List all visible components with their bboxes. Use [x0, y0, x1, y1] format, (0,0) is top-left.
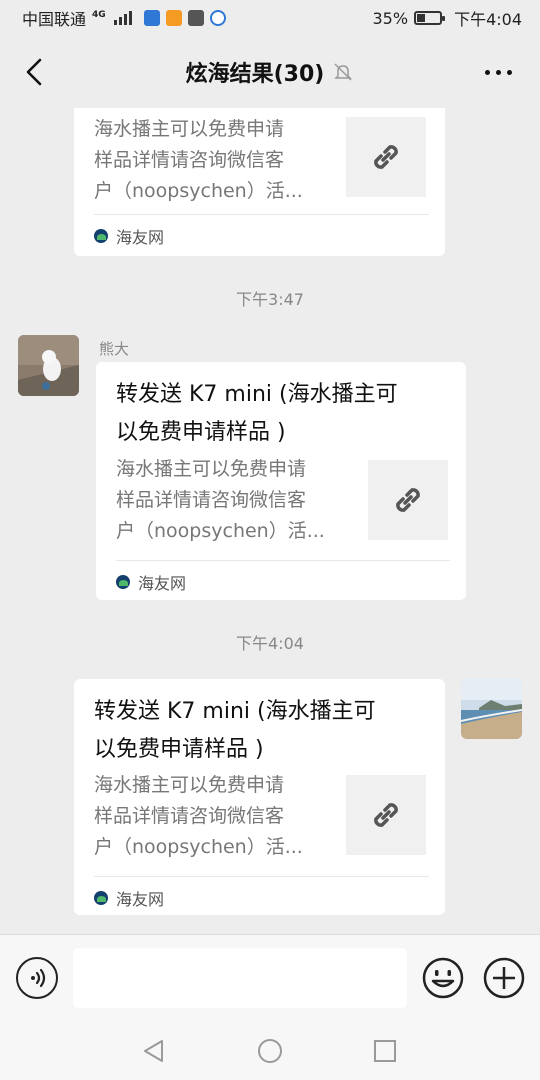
desc-line: 户（noopsychen）活... [94, 836, 303, 858]
link-card-title: 转发送 K7 mini (海水播主可 以免费申请样品 ) [116, 376, 446, 452]
link-thumbnail [346, 117, 426, 197]
battery-percent: 35% [372, 8, 409, 28]
source-name: 海友网 [138, 574, 187, 593]
link-icon [374, 803, 398, 827]
title-line: 以免费申请样品 ) [116, 420, 286, 445]
plus-icon [483, 957, 525, 999]
back-button[interactable] [18, 54, 54, 90]
more-dot [495, 69, 501, 75]
nav-recents-icon [374, 1040, 396, 1062]
nav-home-icon [258, 1039, 282, 1063]
desc-line: 海水播主可以免费申请 [116, 458, 307, 480]
nav-back-icon [144, 1040, 163, 1062]
source-logo-icon [94, 891, 108, 905]
my-avatar[interactable] [461, 678, 522, 739]
desc-line: 海水播主可以免费申请 [94, 118, 285, 140]
more-button[interactable] [480, 58, 516, 86]
link-thumbnail [368, 460, 448, 540]
system-nav-bar [0, 1022, 540, 1080]
link-card-title: 转发送 K7 mini (海水播主可 以免费申请样品 ) [94, 693, 425, 769]
desc-line: 样品详情请咨询微信客 [94, 149, 285, 171]
link-icon [374, 145, 398, 169]
link-card-divider [94, 876, 429, 877]
emoji-icon [422, 957, 464, 999]
source-name: 海友网 [116, 890, 165, 909]
avatar-image [461, 678, 522, 739]
message-timestamp: 下午4:04 [236, 634, 304, 653]
link-card-source: 海友网 [94, 886, 164, 910]
link-card-desc: 海水播主可以免费申请 样品详情请咨询微信客 户（noopsychen）活... [94, 770, 322, 863]
link-card[interactable]: 转发送 K7 mini (海水播主可 以免费申请样品 ) 海水播主可以免费申请 … [74, 679, 445, 915]
link-card-divider [116, 560, 450, 561]
link-card[interactable]: 海水播主可以免费申请 样品详情请咨询微信客 户（noopsychen）活... … [74, 108, 445, 256]
network-type: 4G [92, 10, 106, 20]
link-card[interactable]: 转发送 K7 mini (海水播主可 以免费申请样品 ) 海水播主可以免费申请 … [96, 362, 466, 600]
source-logo-icon [116, 575, 130, 589]
avatar-image [18, 335, 79, 396]
nav-back-button[interactable] [140, 1036, 170, 1066]
link-card-desc: 海水播主可以免费申请 样品详情请咨询微信客 户（noopsychen）活... [94, 114, 322, 207]
chevron-left-icon [26, 58, 42, 86]
nav-recents-button[interactable] [370, 1036, 400, 1066]
news-app-icon [187, 10, 204, 26]
link-card-source: 海友网 [94, 224, 164, 248]
link-card-desc: 海水播主可以免费申请 样品详情请咨询微信客 户（noopsychen）活... [116, 454, 344, 547]
avatar[interactable] [18, 335, 79, 396]
more-functions-button[interactable] [483, 957, 525, 999]
taobao-app-icon [165, 10, 182, 26]
shield-app-icon [143, 10, 160, 26]
more-dot [506, 69, 512, 75]
chat-header: 炫海结果(30) [0, 36, 540, 108]
link-thumbnail [346, 775, 426, 855]
desc-line: 海水播主可以免费申请 [94, 774, 285, 796]
title-line: 以免费申请样品 ) [94, 737, 264, 762]
emoji-button[interactable] [422, 957, 464, 999]
voice-button[interactable] [16, 957, 58, 999]
desc-line: 户（noopsychen）活... [116, 520, 325, 542]
desc-line: 户（noopsychen）活... [94, 180, 303, 202]
link-icon [396, 488, 420, 512]
message-timestamp: 下午3:47 [236, 290, 304, 309]
title-line: 转发送 K7 mini (海水播主可 [116, 382, 398, 407]
chat-title: 炫海结果(30) [185, 62, 325, 87]
status-bar: 中国联通 4G 35% 下午4:04 [0, 0, 540, 36]
chat-area[interactable]: 海水播主可以免费申请 样品详情请咨询微信客 户（noopsychen）活... … [0, 108, 540, 934]
clock: 下午4:04 [454, 10, 522, 29]
desc-line: 样品详情请咨询微信客 [116, 489, 307, 511]
input-bar [0, 934, 540, 1022]
signal-icon [113, 11, 132, 25]
location-app-icon [209, 10, 226, 26]
link-card-source: 海友网 [116, 570, 186, 594]
nav-home-button[interactable] [255, 1036, 285, 1066]
carrier-label: 中国联通 [22, 10, 87, 29]
link-card-divider [94, 214, 429, 215]
battery-icon [414, 11, 446, 25]
bell-off-icon [334, 63, 353, 81]
more-dot [484, 69, 490, 75]
message-input[interactable] [73, 948, 407, 1008]
source-logo-icon [94, 229, 108, 243]
source-name: 海友网 [116, 228, 165, 247]
sender-name: 熊大 [99, 340, 130, 358]
title-line: 转发送 K7 mini (海水播主可 [94, 699, 376, 724]
desc-line: 样品详情请咨询微信客 [94, 805, 285, 827]
voice-icon [31, 968, 46, 988]
